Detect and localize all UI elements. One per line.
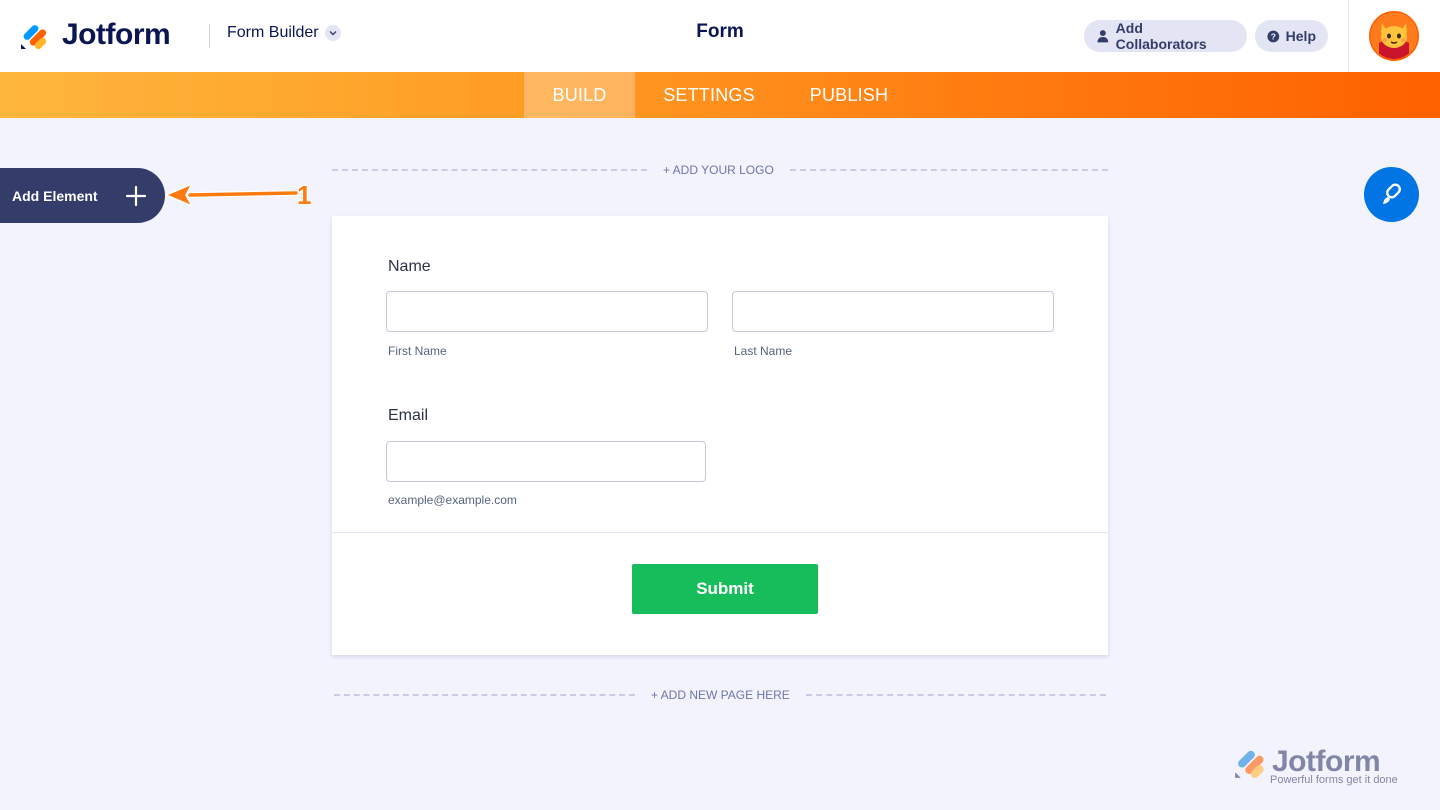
dashed-line: [789, 169, 1108, 171]
dashed-line: [334, 694, 635, 696]
header-divider: [209, 24, 210, 48]
question-icon: ?: [1267, 30, 1280, 42]
builder-tabs-bar: BUILD SETTINGS PUBLISH: [0, 72, 1440, 118]
tab-publish[interactable]: PUBLISH: [783, 72, 915, 118]
tab-build[interactable]: BUILD: [524, 72, 635, 118]
form-builder-menu[interactable]: Form Builder: [227, 24, 341, 42]
email-input[interactable]: [386, 441, 706, 482]
first-name-input[interactable]: [386, 291, 708, 332]
chevron-down-icon: [324, 25, 341, 41]
avatar[interactable]: [1369, 11, 1419, 61]
name-label: Name: [388, 258, 431, 275]
jotform-watermark: Jotform Powerful forms get it done: [1234, 745, 1398, 786]
user-icon: [1097, 30, 1109, 43]
last-name-sublabel: Last Name: [734, 344, 793, 358]
jotform-logo[interactable]: Jotform: [20, 18, 171, 52]
header-vertical-divider: [1348, 0, 1349, 72]
brand-name: Jotform: [62, 18, 171, 51]
last-name-input[interactable]: [732, 291, 1054, 332]
tab-settings[interactable]: SETTINGS: [635, 72, 783, 118]
top-header: Jotform Form Builder Form Add Collaborat…: [0, 0, 1440, 72]
svg-text:?: ?: [1271, 31, 1276, 41]
help-label: Help: [1285, 28, 1316, 44]
form-card: Name First Name Last Name Email example@…: [332, 216, 1108, 655]
first-name-sublabel: First Name: [388, 344, 447, 358]
form-designer-button[interactable]: [1364, 167, 1419, 222]
add-element-label: Add Element: [12, 187, 98, 204]
cat-avatar-icon: [1371, 13, 1417, 59]
annotation-number: 1: [297, 180, 312, 210]
watermark-tagline: Powerful forms get it done: [1270, 774, 1398, 786]
card-divider: [332, 532, 1108, 533]
form-builder-label: Form Builder: [227, 24, 319, 41]
email-label: Email: [388, 407, 429, 424]
submit-button[interactable]: Submit: [632, 564, 818, 614]
plus-icon: [125, 185, 147, 207]
help-button[interactable]: ? Help: [1255, 20, 1328, 52]
add-element-button[interactable]: Add Element: [0, 168, 165, 223]
add-collaborators-button[interactable]: Add Collaborators: [1084, 20, 1247, 52]
add-logo-link[interactable]: + ADD YOUR LOGO: [663, 163, 774, 177]
add-logo-row: + ADD YOUR LOGO: [332, 163, 1108, 177]
annotation-arrow-icon: [165, 183, 299, 207]
dashed-line: [332, 169, 647, 171]
jotform-logo-icon: [1235, 750, 1264, 779]
dashed-line: [805, 694, 1106, 696]
paint-brush-icon: [1382, 183, 1401, 204]
add-collaborators-label: Add Collaborators: [1115, 20, 1207, 52]
add-page-link[interactable]: + ADD NEW PAGE HERE: [651, 688, 790, 702]
jotform-logo-icon: [21, 25, 47, 50]
email-sublabel: example@example.com: [388, 493, 517, 507]
add-page-row: + ADD NEW PAGE HERE: [334, 688, 1106, 702]
